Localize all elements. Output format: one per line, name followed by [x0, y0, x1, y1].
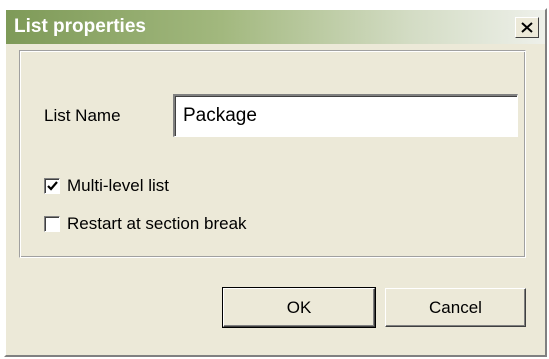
cancel-button[interactable]: Cancel [385, 288, 526, 327]
list-name-field[interactable] [173, 94, 518, 137]
title-bar[interactable]: List properties [6, 10, 545, 44]
restart-label[interactable]: Restart at section break [67, 214, 247, 234]
multilevel-checkbox[interactable] [44, 178, 60, 194]
list-name-label: List Name [44, 106, 121, 125]
close-button[interactable] [515, 17, 539, 38]
ok-button[interactable]: OK [222, 287, 376, 328]
restart-checkbox[interactable] [44, 216, 60, 232]
close-icon [521, 22, 533, 33]
dialog-title: List properties [14, 16, 146, 37]
multilevel-label[interactable]: Multi-level list [67, 176, 169, 196]
checkmark-icon [47, 181, 58, 191]
